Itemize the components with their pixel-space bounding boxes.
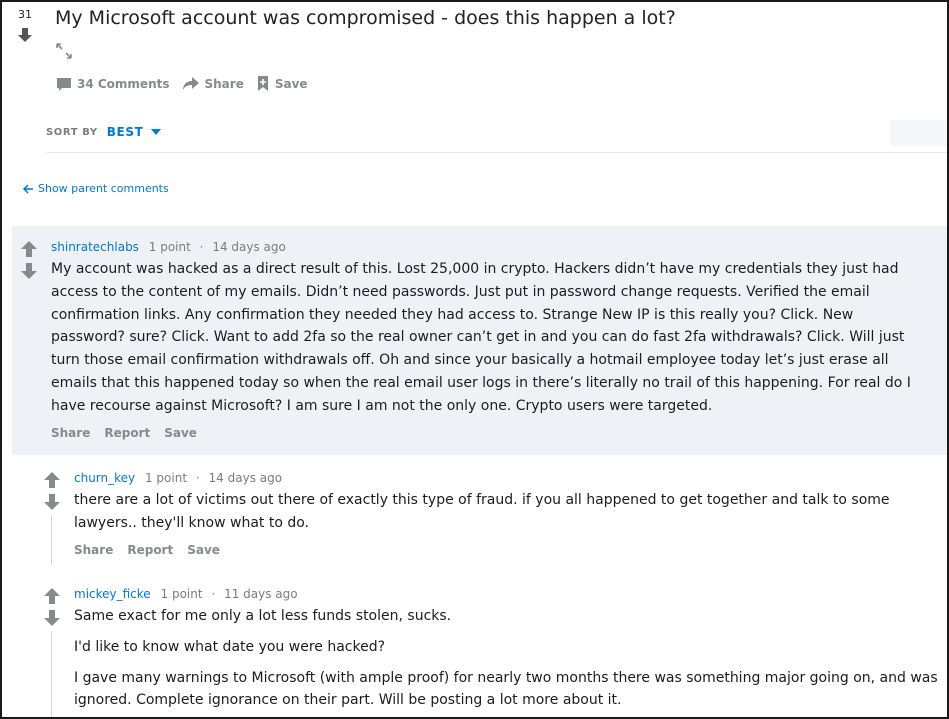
- comment-points: 1 point: [148, 240, 191, 254]
- report-button[interactable]: Report: [127, 543, 173, 557]
- comment-author[interactable]: mickey_ficke: [74, 587, 151, 601]
- arrow-down-icon[interactable]: [20, 262, 38, 280]
- arrow-left-icon: [22, 183, 33, 194]
- comment-age[interactable]: 14 days ago: [209, 471, 283, 485]
- divider: [46, 152, 947, 153]
- comment-highlighted: shinratechlabs 1 point · 14 days ago My …: [12, 226, 947, 455]
- sort-dropdown[interactable]: BEST: [107, 125, 162, 139]
- share-button[interactable]: Share: [51, 426, 90, 440]
- show-parent-label: Show parent comments: [38, 182, 169, 195]
- share-button[interactable]: Share: [182, 76, 244, 92]
- comment-meta: shinratechlabs 1 point · 14 days ago: [51, 240, 926, 254]
- sort-bar-end: [890, 120, 947, 146]
- separator-dot: ·: [195, 471, 200, 485]
- post-score: 31: [18, 8, 32, 21]
- comment-body: My account was hacked as a direct result…: [51, 258, 926, 418]
- save-button[interactable]: Save: [187, 543, 220, 557]
- comment-points: 1 point: [160, 587, 203, 601]
- comment-author[interactable]: shinratechlabs: [51, 240, 139, 254]
- arrow-down-icon[interactable]: [43, 609, 61, 627]
- bookmark-plus-icon: [257, 76, 268, 91]
- comment-body: there are a lot of victims out there of …: [74, 489, 929, 535]
- save-button[interactable]: Save: [256, 75, 308, 92]
- comment-age[interactable]: 14 days ago: [212, 240, 286, 254]
- caret-down-icon: [151, 129, 162, 135]
- separator-dot: ·: [199, 240, 204, 254]
- comment-body: Same exact for me only a lot less funds …: [74, 605, 942, 712]
- show-parent-comments-link[interactable]: Show parent comments: [22, 182, 169, 195]
- reddit-post-page: 31 My Microsoft account was compromised …: [0, 0, 949, 719]
- comment-meta: churn_key 1 point · 14 days ago: [74, 471, 929, 485]
- share-button[interactable]: Share: [74, 543, 113, 557]
- vote-column: [43, 471, 67, 511]
- arrow-up-icon[interactable]: [43, 471, 61, 489]
- vote-column: [20, 240, 44, 280]
- comment-age[interactable]: 11 days ago: [224, 587, 298, 601]
- separator-dot: ·: [211, 587, 216, 601]
- arrow-up-icon[interactable]: [20, 240, 38, 258]
- comment-text: I gave many warnings to Microsoft (with …: [74, 669, 938, 709]
- downvote-icon[interactable]: [17, 27, 33, 43]
- expand-icon[interactable]: [55, 42, 73, 60]
- vote-column: [43, 587, 67, 627]
- share-label: Share: [204, 76, 244, 91]
- report-button[interactable]: Report: [104, 426, 150, 440]
- post-title[interactable]: My Microsoft account was compromised - d…: [55, 7, 676, 29]
- comments-count: 34 Comments: [77, 76, 170, 91]
- arrow-up-icon[interactable]: [43, 587, 61, 605]
- comment-actions: Share Report Save: [51, 426, 926, 440]
- comment-text: there are a lot of victims out there of …: [74, 492, 890, 531]
- share-arrow-icon: [182, 76, 199, 90]
- comment-text: Same exact for me only a lot less funds …: [74, 608, 452, 624]
- comment-points: 1 point: [144, 471, 188, 485]
- post-vote-column: 31: [14, 8, 36, 43]
- save-button[interactable]: Save: [164, 426, 197, 440]
- thread-line[interactable]: [51, 515, 52, 565]
- comment: mickey_ficke 1 point · 11 days ago Same …: [12, 573, 947, 717]
- thread-line[interactable]: [51, 631, 52, 717]
- comment-text: I'd like to know what date you were hack…: [74, 638, 386, 655]
- comment-bubble-icon: [57, 77, 71, 91]
- comment-meta: mickey_ficke 1 point · 11 days ago: [74, 587, 942, 601]
- sort-label: SORT BY: [46, 126, 98, 138]
- comment-text: My account was hacked as a direct result…: [51, 261, 911, 414]
- sort-value: BEST: [106, 125, 144, 139]
- comment: churn_key 1 point · 14 days ago there ar…: [12, 457, 947, 572]
- sort-bar: SORT BY BEST: [46, 125, 162, 139]
- save-label: Save: [274, 76, 308, 91]
- comment-author[interactable]: churn_key: [74, 471, 135, 485]
- comments-button[interactable]: 34 Comments: [56, 76, 170, 92]
- comment-actions: Share Report Save: [74, 543, 929, 557]
- post-actions: 34 Comments Share Save: [56, 75, 308, 92]
- arrow-down-icon[interactable]: [43, 493, 61, 511]
